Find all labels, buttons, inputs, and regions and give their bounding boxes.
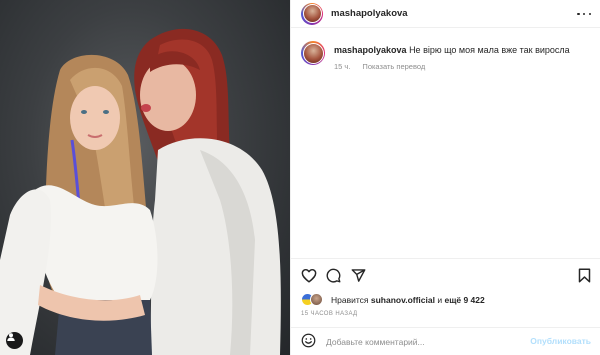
post-photo[interactable] [0,0,290,355]
likes-connector: и [437,294,443,305]
likes-summary: Нравится suhanov.official и ещё 9 422 [301,293,485,306]
liked-by-username[interactable]: suhanov.official [371,295,435,305]
bookmark-icon[interactable] [578,268,591,285]
paper-plane-icon[interactable] [351,268,366,285]
caption-comment: mashapolyakova Не вірю що моя мала вже т… [301,41,591,71]
likes-count-link[interactable]: ещё 9 422 [444,295,484,305]
user-tag-icon[interactable] [6,332,23,349]
action-bar [291,258,600,290]
avatar[interactable] [301,2,323,25]
avatar[interactable] [301,41,325,65]
post-header: mashapolyakova [291,0,600,28]
show-translation-link[interactable]: Показать перевод [362,62,425,71]
liker-avatars[interactable] [301,293,327,306]
photo-illustration [0,28,281,355]
comment-bubble-icon[interactable] [326,268,341,285]
caption-text: mashapolyakova Не вірю що моя мала вже т… [334,44,570,56]
post-timestamp: 15 ЧАСОВ НАЗАД [301,311,358,317]
caption-body: Не вірю що моя мала вже так виросла [409,45,570,55]
caption-age: 15 ч. [334,62,351,71]
comment-input[interactable] [326,336,536,347]
post-detail-panel: mashapolyakova mashapolyakova Не вірю що… [290,0,600,355]
post-author-username[interactable]: mashapolyakova [331,8,408,19]
add-comment-bar: Опубликовать [291,327,600,355]
emoji-smile-icon[interactable] [301,333,316,350]
publish-button[interactable]: Опубликовать [530,336,591,346]
more-horizontal-icon[interactable] [577,8,591,20]
likes-prefix: Нравится [331,294,369,305]
caption-author[interactable]: mashapolyakova [334,45,407,55]
heart-icon[interactable] [301,268,317,285]
